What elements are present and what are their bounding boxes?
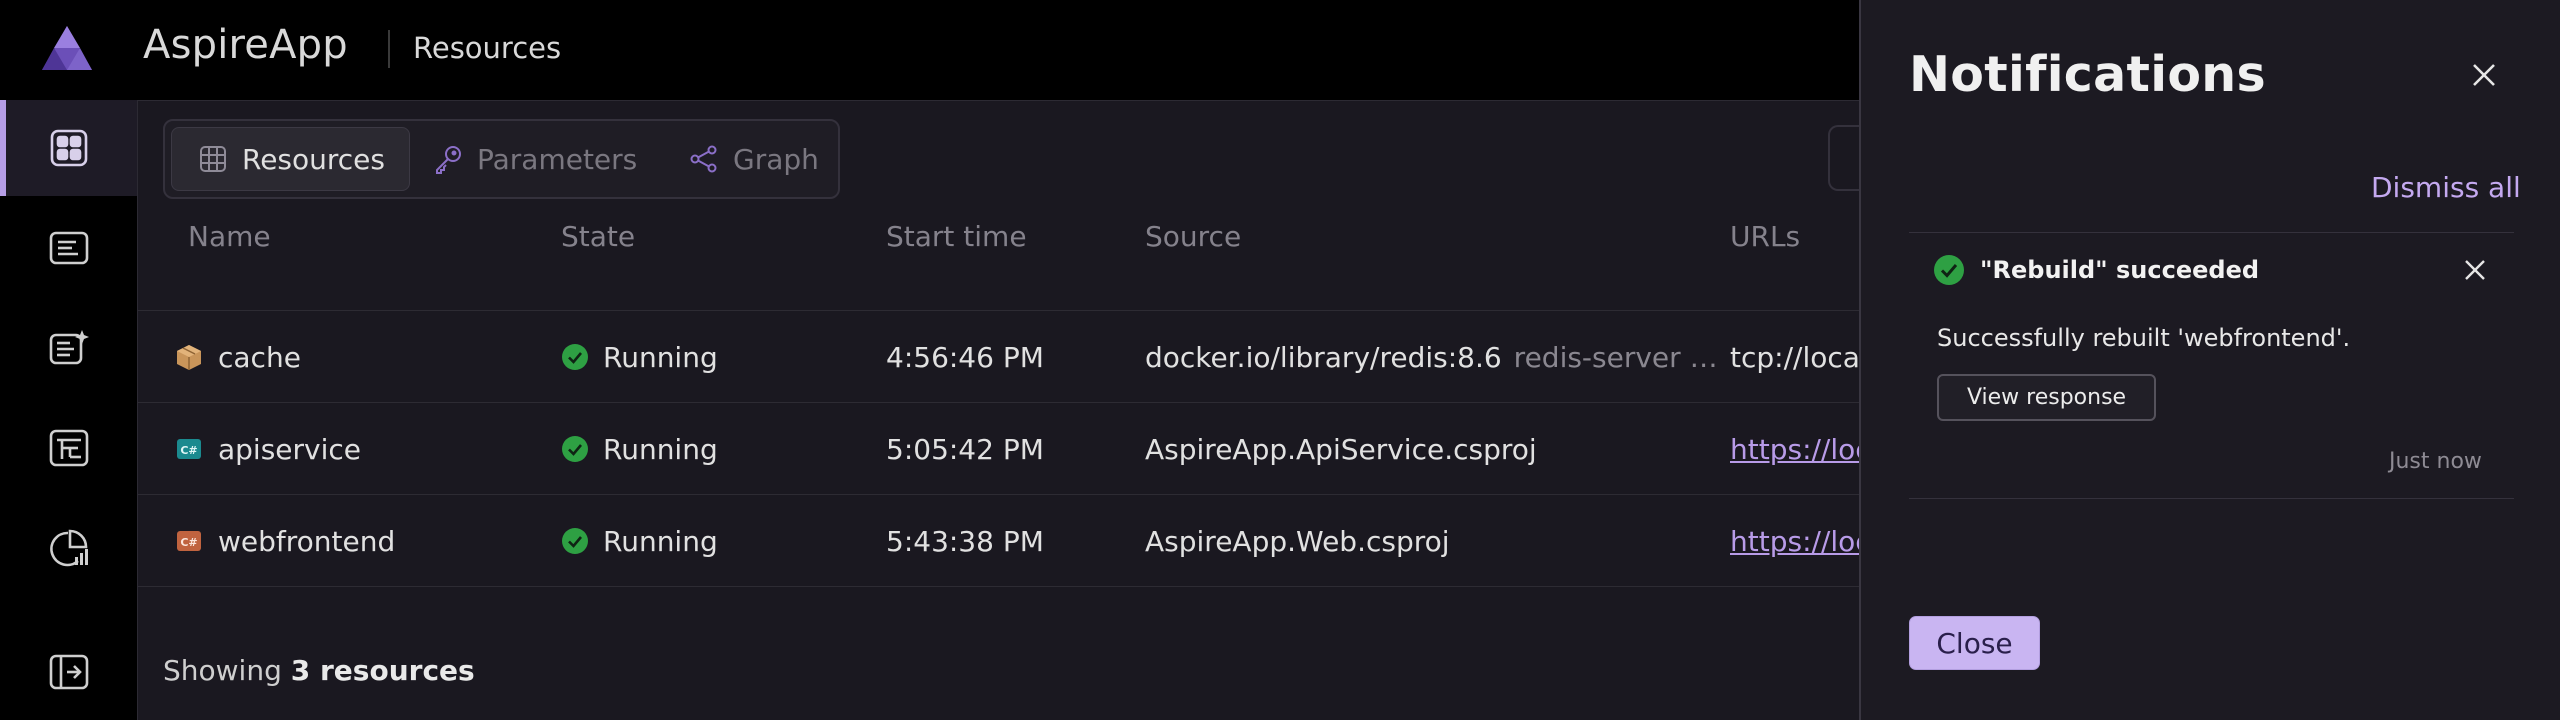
url-cell: tcp://loca [1730,340,1860,374]
close-icon[interactable] [2464,55,2504,95]
table-row[interactable]: C# apiservice Running 5:05:42 PM AspireA… [138,403,1871,495]
state-cell: Running [561,311,718,403]
notification-message: Successfully rebuilt 'webfrontend'. [1937,324,2351,352]
column-header-source[interactable]: Source [1145,220,1241,253]
csharp-project-icon: C# [177,531,201,551]
tab-parameters-label: Parameters [477,142,638,176]
state-text: Running [603,524,718,558]
divider [1909,232,2514,233]
tab-parameters[interactable]: Parameters [433,127,637,191]
tab-graph-label: Graph [733,142,819,176]
left-nav-rail [0,100,137,720]
close-button[interactable]: Close [1909,616,2040,670]
start-time-cell: 5:05:42 PM [886,432,1044,466]
notifications-panel: Notifications Dismiss all "Rebuild" succ… [1859,0,2560,720]
key-icon [436,146,461,174]
svg-text:C#: C# [180,536,197,549]
structured-logs-icon [49,330,89,365]
start-time-cell: 5:43:38 PM [886,524,1044,558]
resource-name-cell[interactable]: C# webfrontend [174,495,395,587]
nav-traces[interactable] [0,400,137,496]
resource-name: cache [218,340,301,374]
container-box-icon [177,345,201,370]
resource-name-cell[interactable]: cache [174,311,301,403]
source-text: docker.io/library/redis:8.6 [1145,340,1502,374]
resource-name: apiservice [218,432,362,466]
state-text: Running [603,340,718,374]
check-circle-icon [562,436,588,462]
resource-count: Showing 3 resources [163,654,475,687]
panel-title: Notifications [1909,46,2266,103]
column-header-state[interactable]: State [561,220,635,253]
console-logs-icon [49,231,88,265]
resource-count-value: 3 resources [290,654,475,687]
notification-timestamp: Just now [2389,449,2482,474]
dismiss-all-link[interactable]: Dismiss all [2371,171,2521,204]
notification-title: "Rebuild" succeeded [1980,256,2260,284]
table-icon [200,146,226,172]
aspire-logo-icon[interactable] [40,24,94,72]
source-cell: docker.io/library/redis:8.6 redis-server… [1145,311,1718,403]
column-header-name[interactable]: Name [188,220,271,253]
nav-metrics[interactable] [0,500,137,596]
state-cell: Running [561,403,718,495]
check-circle-icon [562,344,588,370]
nav-structured-logs[interactable] [0,300,137,396]
column-header-urls[interactable]: URLs [1730,220,1800,253]
app-title[interactable]: AspireApp [143,22,348,68]
tab-graph[interactable]: Graph [689,127,819,191]
divider [1909,498,2514,499]
header-divider [388,30,390,68]
url-link[interactable]: https://loc [1730,403,1871,495]
column-header-start-time[interactable]: Start time [886,220,1027,253]
source-cell: AspireApp.ApiService.csproj [1145,432,1537,466]
svg-text:C#: C# [180,444,197,457]
resource-name-cell[interactable]: C# apiservice [174,403,361,495]
check-circle-icon [562,528,588,554]
table-row[interactable]: C# webfrontend Running 5:43:38 PM Aspire… [138,495,1871,587]
state-cell: Running [561,495,718,587]
nav-resources[interactable] [0,100,137,196]
table-row[interactable]: cache Running 4:56:46 PM docker.io/libra… [138,311,1861,403]
state-text: Running [603,432,718,466]
start-time-cell: 4:56:46 PM [886,340,1044,374]
success-check-icon [1934,255,1964,285]
source-cell: AspireApp.Web.csproj [1145,524,1450,558]
url-link[interactable]: https://loc [1730,495,1871,587]
csharp-project-icon: C# [177,439,201,459]
share-graph-icon [690,145,717,173]
dismiss-notification-icon[interactable] [2459,254,2491,286]
nav-collapse[interactable] [0,624,137,720]
view-response-button[interactable]: View response [1937,374,2156,421]
traces-icon [49,429,88,467]
tab-resources-label: Resources [242,142,385,176]
resource-name: webfrontend [218,524,396,558]
nav-console-logs[interactable] [0,200,137,296]
resource-count-prefix: Showing [163,654,282,687]
resources-grid-icon [50,129,87,167]
main-content: Resources Parameters Graph Name State St… [137,100,1888,720]
view-tabs: Resources Parameters Graph [163,119,840,199]
collapse-sidebar-icon [49,654,88,690]
source-args: redis-server … [1513,340,1718,374]
metrics-icon [49,529,88,567]
page-title: Resources [413,31,562,65]
tab-resources[interactable]: Resources [171,127,410,191]
